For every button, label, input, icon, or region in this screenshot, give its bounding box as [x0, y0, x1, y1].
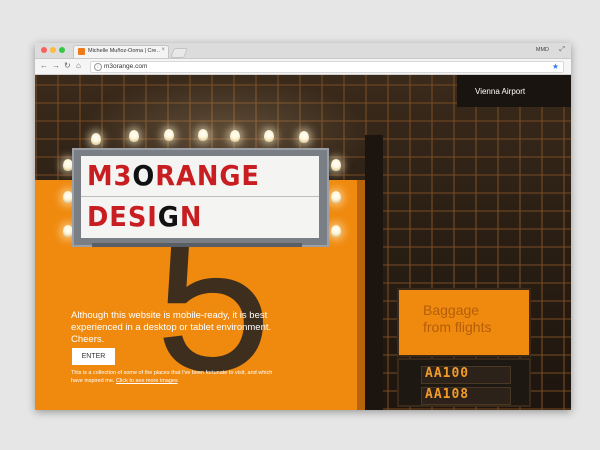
baggage-line-2: from flights: [423, 319, 492, 335]
flight-board: AA100 AA108: [397, 358, 531, 407]
back-icon[interactable]: ←: [40, 61, 48, 71]
sign-panel: M3ORANGE DESIGN: [81, 156, 319, 238]
enter-button[interactable]: ENTER: [72, 348, 115, 365]
logo-text: DESI: [87, 200, 158, 233]
baggage-text: Baggage from flights: [423, 302, 491, 336]
logo-line-1: M3ORANGE: [87, 159, 260, 192]
flight-code: AA108: [425, 387, 470, 402]
close-window-button[interactable]: [41, 47, 47, 53]
bulb-icon: [198, 129, 208, 141]
logo-text: M3: [87, 159, 133, 192]
bulb-icon: [91, 133, 101, 145]
flight-code: AA100: [425, 366, 470, 381]
forward-icon[interactable]: →: [52, 61, 60, 71]
minimize-window-button[interactable]: [50, 47, 56, 53]
bookmark-star-icon[interactable]: ★: [552, 62, 559, 71]
mobile-message: Although this website is mobile-ready, i…: [71, 310, 272, 345]
logo-text: RANGE: [155, 159, 260, 192]
bulb-icon: [264, 130, 274, 142]
logo-text: N: [179, 200, 203, 233]
browser-window: Michelle Muñoz-Ooma | Cre… × MMD ⤢ ← → ↻…: [35, 43, 571, 410]
favicon-icon: [78, 48, 85, 55]
bulb-icon: [230, 130, 240, 142]
sign-row-2: DESIGN: [81, 197, 319, 237]
pillar: [365, 135, 383, 410]
logo-line-2: DESIGN: [87, 200, 202, 233]
sign-bracket: [92, 243, 302, 247]
info-icon[interactable]: i: [94, 63, 102, 71]
tab-title: Michelle Muñoz-Ooma | Cre…: [88, 48, 160, 54]
tab-bar: Michelle Muñoz-Ooma | Cre… × MMD ⤢: [35, 43, 571, 59]
sign-row-1: M3ORANGE: [81, 156, 319, 197]
new-tab-button[interactable]: [170, 48, 188, 58]
address-bar[interactable]: i m3orange.com ★: [90, 61, 564, 73]
bulb-icon: [164, 129, 174, 141]
profile-name[interactable]: MMD: [536, 47, 549, 53]
logo-marquee-sign: M3ORANGE DESIGN: [72, 148, 329, 247]
location-text: Vienna Airport: [475, 87, 526, 96]
logo-text: O: [132, 159, 156, 192]
tab-close-icon[interactable]: ×: [161, 47, 165, 53]
bulb-icon: [129, 130, 139, 142]
orange-wall-edge: [357, 180, 365, 410]
maximize-window-button[interactable]: [59, 47, 65, 53]
browser-toolbar: ← → ↻ ⌂ i m3orange.com ★: [35, 59, 571, 75]
logo-text: G: [157, 200, 180, 233]
gallery-note: This is a collection of some of the plac…: [71, 369, 276, 385]
more-images-link[interactable]: Click to see more images: [116, 378, 178, 384]
bulb-icon: [331, 191, 341, 203]
location-label: Vienna Airport: [457, 75, 571, 107]
fullscreen-icon[interactable]: ⤢: [559, 46, 565, 54]
bulb-icon: [331, 159, 341, 171]
url-text[interactable]: m3orange.com: [104, 63, 147, 70]
bulb-icon: [299, 131, 309, 143]
reload-icon[interactable]: ↻: [64, 61, 71, 71]
home-icon[interactable]: ⌂: [76, 61, 81, 71]
baggage-line-1: Baggage: [423, 302, 480, 318]
page-content: 5 M3ORANGE DESIGN Vienna Airport Baggage…: [35, 75, 571, 410]
baggage-sign: Baggage from flights: [397, 288, 531, 357]
bulb-icon: [331, 225, 341, 237]
browser-tab[interactable]: Michelle Muñoz-Ooma | Cre… ×: [73, 45, 169, 58]
